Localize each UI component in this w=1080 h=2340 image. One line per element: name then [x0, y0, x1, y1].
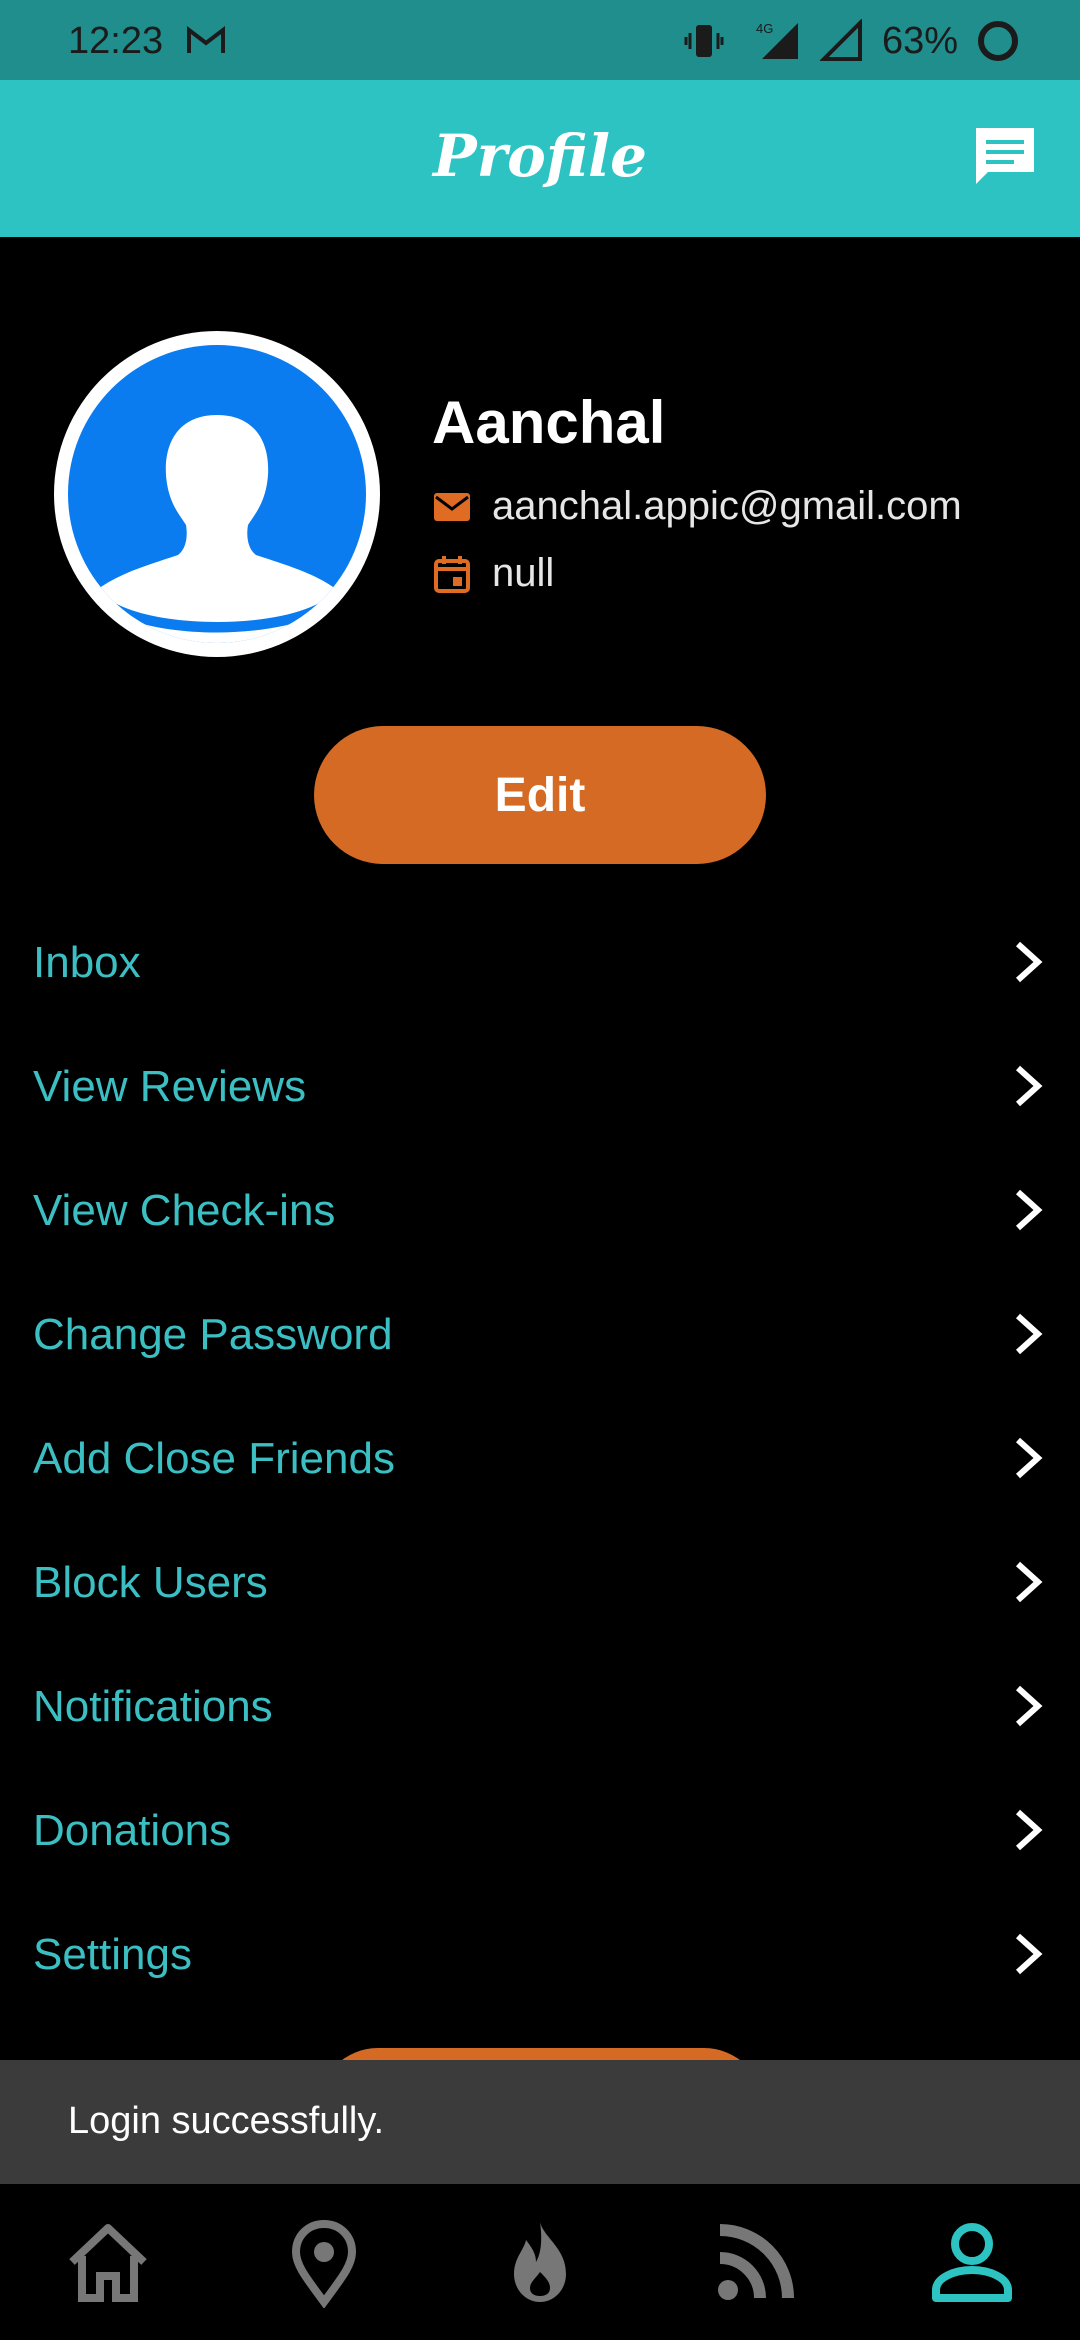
chevron-right-icon — [1015, 1437, 1043, 1479]
toast-message: Login successfully. — [0, 2060, 1080, 2184]
menu-item-settings[interactable]: Settings — [0, 1892, 1080, 2016]
location-pin-icon — [291, 2219, 357, 2308]
menu-item-label: Inbox — [33, 938, 141, 987]
network-type-label: 4G — [756, 21, 773, 36]
chevron-right-icon — [1015, 941, 1043, 983]
avatar-image — [68, 345, 366, 643]
nav-location[interactable] — [270, 2208, 378, 2316]
toast-text: Login successfully. — [68, 2100, 385, 2142]
calendar-icon — [434, 555, 470, 593]
profile-email: aanchal.appic@gmail.com — [492, 484, 962, 528]
menu-item-label: Donations — [33, 1806, 232, 1855]
chevron-right-icon — [1015, 1685, 1043, 1727]
bottom-nav — [0, 2184, 1080, 2340]
menu-item-inbox[interactable]: Inbox — [0, 900, 1080, 1024]
avatar[interactable] — [54, 331, 380, 657]
chevron-right-icon — [1015, 1065, 1043, 1107]
status-bar: 12:23 4G 63% — [0, 0, 1080, 80]
nav-profile[interactable] — [918, 2208, 1026, 2316]
default-user-icon — [68, 415, 366, 643]
profile-menu: Inbox View Reviews View Check-ins Change… — [0, 900, 1080, 2016]
menu-item-notifications[interactable]: Notifications — [0, 1644, 1080, 1768]
chevron-right-icon — [1015, 1933, 1043, 1975]
menu-item-add-close-friends[interactable]: Add Close Friends — [0, 1396, 1080, 1520]
nav-home[interactable] — [54, 2208, 162, 2316]
menu-item-label: Notifications — [33, 1682, 273, 1731]
battery-ring-icon — [978, 21, 1018, 61]
menu-item-view-reviews[interactable]: View Reviews — [0, 1024, 1080, 1148]
menu-item-view-check-ins[interactable]: View Check-ins — [0, 1148, 1080, 1272]
date-row: null — [432, 551, 554, 596]
menu-item-block-users[interactable]: Block Users — [0, 1520, 1080, 1644]
signal-4g-icon: 4G — [756, 21, 798, 59]
nav-hot[interactable] — [486, 2208, 594, 2316]
menu-item-label: Settings — [33, 1930, 192, 1979]
person-icon — [932, 2223, 1012, 2302]
email-row: aanchal.appic@gmail.com — [432, 484, 962, 529]
status-time: 12:23 — [68, 20, 164, 62]
menu-item-label: View Reviews — [33, 1062, 307, 1111]
menu-item-change-password[interactable]: Change Password — [0, 1272, 1080, 1396]
rss-feed-icon — [718, 2224, 794, 2300]
menu-item-donations[interactable]: Donations — [0, 1768, 1080, 1892]
signal-icon — [819, 19, 862, 61]
profile-date: null — [492, 551, 555, 595]
nav-feed[interactable] — [702, 2208, 810, 2316]
status-icons: 4G 63% — [684, 16, 1020, 66]
flame-icon — [514, 2222, 566, 2302]
page-title: Profile — [433, 122, 647, 190]
gmail-icon — [187, 26, 225, 53]
app-bar: Profile — [0, 80, 1080, 237]
chat-icon[interactable] — [970, 122, 1040, 192]
menu-item-label: View Check-ins — [33, 1186, 336, 1235]
profile-name: Aanchal — [432, 389, 666, 456]
menu-item-label: Block Users — [33, 1558, 268, 1607]
chevron-right-icon — [1015, 1561, 1043, 1603]
email-icon — [434, 492, 470, 521]
chevron-right-icon — [1015, 1809, 1043, 1851]
edit-profile-button[interactable]: Edit — [314, 726, 766, 864]
chevron-right-icon — [1015, 1313, 1043, 1355]
home-icon — [69, 2224, 147, 2302]
menu-item-label: Change Password — [33, 1310, 393, 1359]
battery-percentage: 63% — [881, 19, 958, 62]
chevron-right-icon — [1015, 1189, 1043, 1231]
vibrate-icon — [684, 25, 724, 57]
menu-item-label: Add Close Friends — [33, 1434, 395, 1483]
